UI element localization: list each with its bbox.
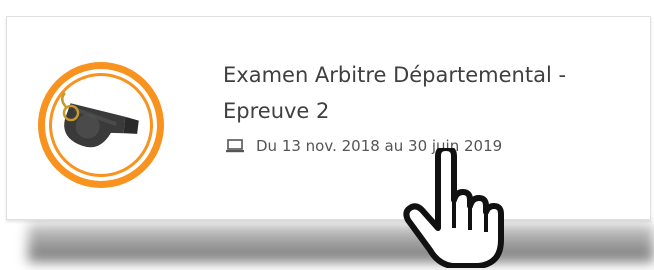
laptop-icon: [226, 139, 244, 153]
drop-shadow: [28, 224, 654, 262]
course-title[interactable]: Examen Arbitre Départemental - Epreuve 2: [223, 57, 643, 129]
hand-pointer-icon: [403, 148, 504, 268]
course-card[interactable]: Examen Arbitre Départemental - Epreuve 2…: [6, 16, 651, 220]
screenshot-stage: Examen Arbitre Départemental - Epreuve 2…: [0, 0, 654, 270]
whistle-icon: [38, 62, 164, 188]
